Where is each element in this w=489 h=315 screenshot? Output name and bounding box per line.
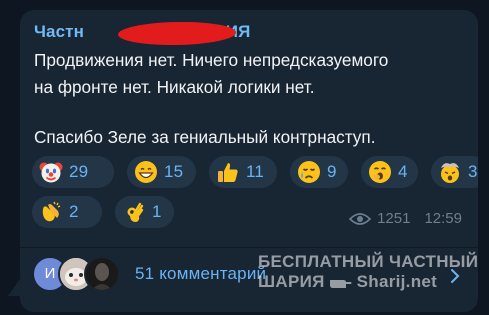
- message-line-3: Спасибо Зеле за гениальный контрнаступ.: [34, 127, 376, 147]
- message-line-1: Продвижения нет. Ничего непредсказуемого: [34, 50, 389, 70]
- reaction-clap[interactable]: 2: [32, 196, 102, 228]
- reaction-count: 3: [468, 162, 478, 181]
- post-time: 12:59: [424, 210, 462, 227]
- reaction-crying[interactable]: 9: [290, 156, 348, 188]
- message-text: Продвижения нет. Ничего непредсказуемого…: [34, 47, 464, 151]
- reaction-count: 4: [398, 162, 408, 181]
- message-line-2: на фронте нет. Никакой логики нет.: [34, 77, 315, 97]
- reaction-count: 29: [69, 162, 89, 181]
- clapping-hands-icon: [42, 201, 61, 222]
- reaction-thumbs-up[interactable]: 11: [209, 156, 277, 188]
- reaction-grin[interactable]: 15: [127, 156, 196, 188]
- crying-face-icon: [298, 161, 320, 183]
- reaction-count: 9: [327, 162, 337, 181]
- watermark-line-2: ШАРИЯ Sharij.net: [258, 272, 478, 292]
- portrait-avatar-icon: [86, 258, 118, 290]
- reaction-count: 2: [69, 202, 79, 221]
- grinning-face-icon: [135, 161, 157, 183]
- views-count: 1251: [377, 210, 411, 227]
- eye-icon: [349, 212, 372, 225]
- reaction-exploding[interactable]: 3: [431, 156, 478, 188]
- post-meta: 1251 12:59: [349, 210, 462, 227]
- reaction-count: 11: [246, 162, 265, 181]
- avatar-letter: И: [44, 265, 56, 282]
- clown-face-icon: [39, 162, 63, 183]
- avatar-dark: [84, 256, 120, 292]
- reaction-ok[interactable]: 1: [115, 196, 174, 228]
- thumbs-up-icon: [218, 163, 238, 182]
- ok-hand-icon: [127, 202, 144, 222]
- reaction-count: 1: [152, 202, 162, 221]
- watermark-left: ШАРИЯ: [258, 272, 325, 291]
- reaction-yawn[interactable]: 4: [361, 156, 418, 188]
- reaction-clown[interactable]: 29: [32, 156, 114, 188]
- reaction-count: 15: [164, 162, 184, 181]
- exploding-head-icon: [441, 163, 459, 183]
- watermark-line-1: БЕСПЛАТНЫЙ ЧАСТНЫЙ: [258, 252, 479, 271]
- watermark: БЕСПЛАТНЫЙ ЧАСТНЫЙ ШАРИЯ Sharij.net: [258, 252, 478, 292]
- pointing-hand-icon: [329, 279, 352, 288]
- comments-label[interactable]: 51 комментарий: [135, 264, 266, 284]
- channel-name-start: Частн: [34, 22, 84, 41]
- yawning-face-icon: [369, 161, 391, 183]
- watermark-right: Sharij.net: [356, 272, 438, 291]
